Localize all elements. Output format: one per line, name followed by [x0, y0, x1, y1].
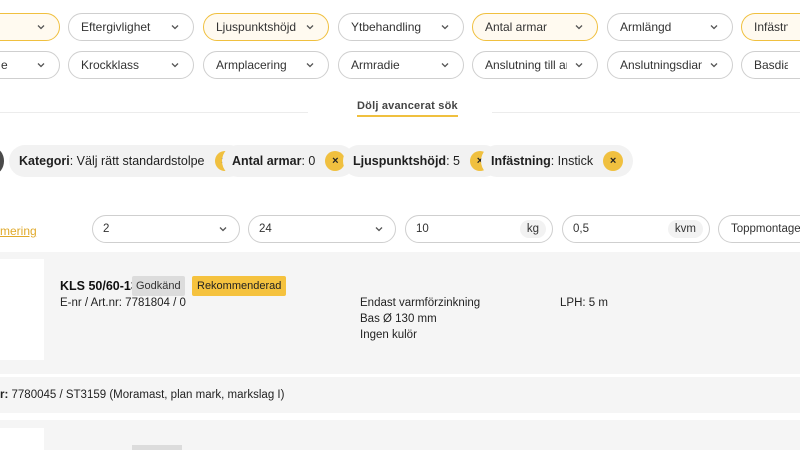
product-spec: Ingen kulör: [360, 329, 417, 341]
filter-label: Ljuspunktshöjd: [216, 20, 297, 34]
chevron-down-icon: [710, 63, 718, 68]
chip-key: Antal armar: [232, 154, 302, 168]
filter-select-1[interactable]: [0, 13, 60, 41]
field-value: 24: [259, 223, 272, 235]
filter-select-eftergivlighet[interactable]: Eftergivlighet: [68, 13, 194, 41]
chevron-down-icon: [37, 25, 45, 30]
product-spec: Bas Ø 130 mm: [360, 313, 437, 325]
hide-advanced-search-link[interactable]: Dölj avancerat sök: [357, 100, 458, 117]
filter-label: Basdiamet: [754, 58, 788, 72]
chevron-down-icon: [441, 63, 449, 68]
chevron-down-icon: [710, 25, 718, 30]
dimensioning-link[interactable]: mering: [0, 224, 37, 238]
filter-label: Infästning: [754, 20, 788, 34]
chip-key: Infästning: [491, 154, 551, 168]
filter-label: Krockklass: [81, 58, 140, 72]
filter-label: Anslutning till armatu: [485, 58, 567, 72]
status-badge-approved: Godkänd: [132, 276, 185, 296]
chevron-down-icon: [219, 227, 227, 232]
filter-select-ljuspunktshojd[interactable]: Ljuspunktshöjd: [203, 13, 329, 41]
field-value: Toppmontage: [731, 223, 800, 235]
chevron-down-icon: [375, 227, 383, 232]
mount-select[interactable]: Toppmontage: [718, 215, 800, 243]
filter-select-anslutningsdiameter[interactable]: Anslutningsdiameter: [607, 51, 733, 79]
chevron-down-icon: [306, 25, 314, 30]
chevron-down-icon: [171, 25, 179, 30]
filter-select-antal-armar[interactable]: Antal armar: [472, 13, 598, 41]
product-card[interactable]: [0, 420, 800, 450]
filter-label: e: [1, 58, 8, 72]
filter-label: Armlängd: [620, 20, 672, 34]
product-spec: Endast varmförzinkning: [360, 297, 481, 309]
filter-select-ytbehandling[interactable]: Ytbehandling: [338, 13, 464, 41]
chevron-down-icon: [171, 63, 179, 68]
light-point-height: LPH: 5 m: [560, 297, 608, 309]
chevron-down-icon: [441, 25, 449, 30]
chip-value: : Instick: [550, 154, 594, 168]
active-filter-chip-ljuspunktshojd: Ljuspunktshöjd : 5 ×: [343, 145, 500, 177]
accessory-text: r: 7780045 / ST3159 (Moramast, plan mark…: [0, 389, 284, 401]
dimension-select-2[interactable]: 24: [248, 215, 396, 243]
product-thumbnail: [0, 259, 44, 360]
filter-select-row2-1[interactable]: e: [0, 51, 60, 79]
dimension-select-1[interactable]: 2: [92, 215, 240, 243]
active-filter-chip-antal-armar: Antal armar : 0 ×: [222, 145, 356, 177]
chevron-down-icon: [306, 63, 314, 68]
article-number: E-nr / Art.nr: 7781804 / 0: [60, 297, 186, 309]
filter-label: Antal armar: [485, 20, 548, 34]
filter-label: Armradie: [351, 58, 400, 72]
chevron-down-icon: [37, 63, 45, 68]
product-thumbnail: [0, 428, 44, 450]
remove-filter-icon[interactable]: ×: [603, 151, 624, 171]
chip-key: Kategori: [19, 154, 70, 168]
filter-select-krockklass[interactable]: Krockklass: [68, 51, 194, 79]
unit-label-kg: kg: [519, 220, 546, 238]
filter-label: Ytbehandling: [351, 20, 422, 34]
field-value: 0,5: [573, 223, 589, 235]
status-badge: [132, 445, 182, 450]
clear-filters-button[interactable]: [0, 148, 4, 174]
chip-value: : Välj rätt standardstolpe: [69, 154, 205, 168]
filter-select-armplacering[interactable]: Armplacering: [203, 51, 329, 79]
chip-key: Ljuspunktshöjd: [353, 154, 447, 168]
active-filter-chip-kategori: Kategori : Välj rätt standardstolpe ×: [9, 145, 245, 177]
unit-label-kvm: kvm: [667, 220, 703, 238]
filter-label: Anslutningsdiameter: [620, 58, 702, 72]
area-input[interactable]: 0,5 kvm: [562, 215, 710, 243]
field-value: 10: [416, 223, 429, 235]
accessory-value: 7780045 / ST3159 (Moramast, plan mark, m…: [8, 389, 285, 401]
filter-select-basdiameter[interactable]: Basdiamet: [741, 51, 800, 79]
field-value: 2: [103, 223, 110, 235]
divider: [0, 112, 308, 113]
status-badge-recommended: Rekommenderad: [192, 276, 287, 296]
chevron-down-icon: [575, 25, 583, 30]
chip-value: : 0: [301, 154, 316, 168]
chevron-down-icon: [575, 63, 583, 68]
filter-select-anslutning-till-armatur[interactable]: Anslutning till armatu: [472, 51, 598, 79]
chip-value: : 5: [446, 154, 460, 168]
weight-input[interactable]: 10 kg: [405, 215, 553, 243]
filter-select-armlangd[interactable]: Armlängd: [607, 13, 733, 41]
filter-select-infastning[interactable]: Infästning: [741, 13, 800, 41]
filter-select-armradie[interactable]: Armradie: [338, 51, 464, 79]
filter-label: Eftergivlighet: [81, 20, 151, 34]
filter-label: Armplacering: [216, 58, 287, 72]
divider: [492, 112, 800, 113]
active-filter-chip-infastning: Infästning : Instick ×: [481, 145, 634, 177]
